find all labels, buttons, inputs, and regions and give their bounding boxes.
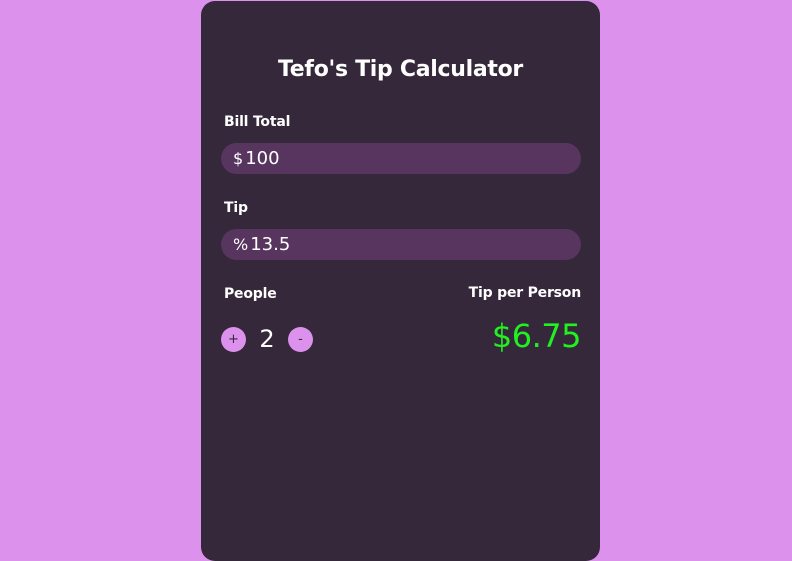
page-title: Tefo's Tip Calculator xyxy=(278,57,523,82)
tip-field: % xyxy=(221,229,581,260)
people-stepper: + 2 - xyxy=(221,325,313,353)
tip-per-person-value: $6.75 xyxy=(491,317,582,355)
people-count: 2 xyxy=(259,325,275,353)
people-label: People xyxy=(224,286,277,302)
calculator-card: Tefo's Tip Calculator Bill Total $ Tip %… xyxy=(201,1,600,561)
tip-per-person-label: Tip per Person xyxy=(468,285,582,301)
bill-total-field: $ xyxy=(221,143,581,174)
bill-total-input[interactable] xyxy=(245,148,546,169)
decrement-people-button[interactable]: - xyxy=(288,326,313,352)
tip-label: Tip xyxy=(224,200,248,216)
dollar-prefix: $ xyxy=(233,149,244,168)
increment-people-button[interactable]: + xyxy=(221,326,246,352)
percent-prefix: % xyxy=(233,235,249,254)
bill-total-label: Bill Total xyxy=(224,114,291,130)
tip-percent-input[interactable] xyxy=(250,234,551,255)
